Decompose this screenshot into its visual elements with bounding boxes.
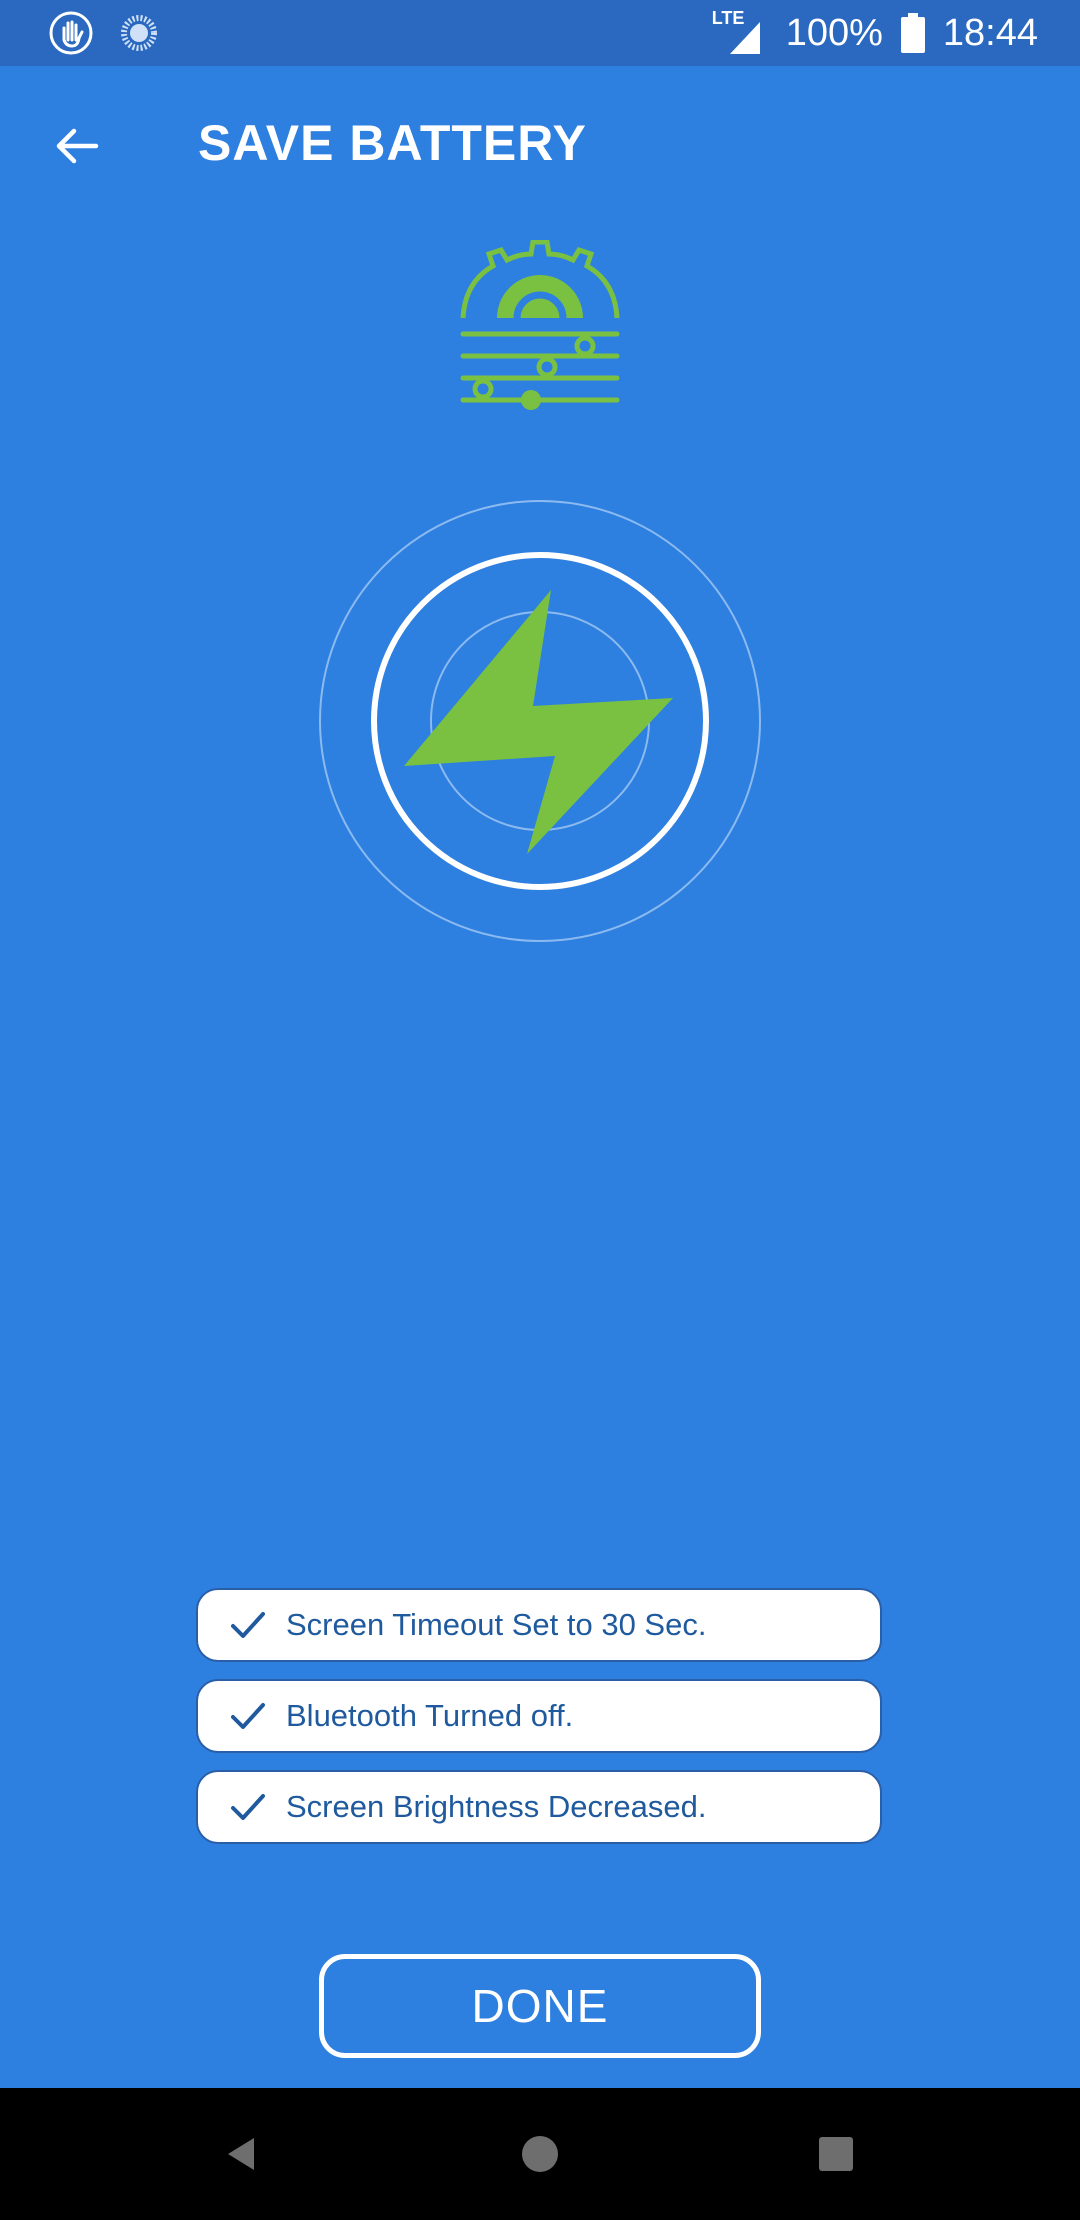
nav-back-button[interactable] <box>206 2118 278 2190</box>
status-system-info: LTE 100% 18:44 <box>712 0 1038 66</box>
checkmark-icon <box>231 1794 265 1820</box>
arrow-back-icon <box>56 128 99 164</box>
nav-recents-icon <box>819 2137 853 2171</box>
nav-recents-button[interactable] <box>800 2118 872 2190</box>
battery-percent: 100% <box>785 11 883 54</box>
lightning-bolt-icon <box>404 590 673 854</box>
power-status-ring <box>319 500 761 942</box>
done-button[interactable]: DONE <box>319 1954 761 2058</box>
check-item-brightness: Screen Brightness Decreased. <box>196 1770 882 1844</box>
status-notification-icons <box>48 10 162 56</box>
checkmark-icon <box>231 1703 265 1729</box>
signal-icon: LTE <box>712 8 768 56</box>
page-title: SAVE BATTERY <box>198 115 587 171</box>
check-label: Screen Timeout Set to 30 Sec. <box>286 1607 707 1642</box>
nav-home-icon <box>522 2136 558 2172</box>
status-bar: LTE 100% 18:44 <box>0 0 1080 66</box>
optimization-checklist: Screen Timeout Set to 30 Sec. Bluetooth … <box>196 1588 882 1861</box>
hand-icon <box>49 11 93 55</box>
battery-icon <box>900 13 925 53</box>
loading-icon <box>121 15 157 51</box>
save-battery-screen: LTE 100% 18:44 SAVE BATTERY Screen Timeo… <box>0 0 1080 2220</box>
checkmark-icon <box>231 1612 265 1638</box>
check-label: Bluetooth Turned off. <box>286 1698 574 1733</box>
clock: 18:44 <box>942 11 1038 54</box>
gear-sliders-icon <box>460 240 620 410</box>
nav-home-button[interactable] <box>504 2118 576 2190</box>
navigation-bar <box>0 2088 1080 2220</box>
check-label: Screen Brightness Decreased. <box>286 1789 707 1824</box>
back-button[interactable] <box>40 110 112 182</box>
app-bar: SAVE BATTERY <box>0 66 1080 226</box>
nav-back-icon <box>228 2138 254 2170</box>
check-item-bluetooth: Bluetooth Turned off. <box>196 1679 882 1753</box>
check-item-screen-timeout: Screen Timeout Set to 30 Sec. <box>196 1588 882 1662</box>
